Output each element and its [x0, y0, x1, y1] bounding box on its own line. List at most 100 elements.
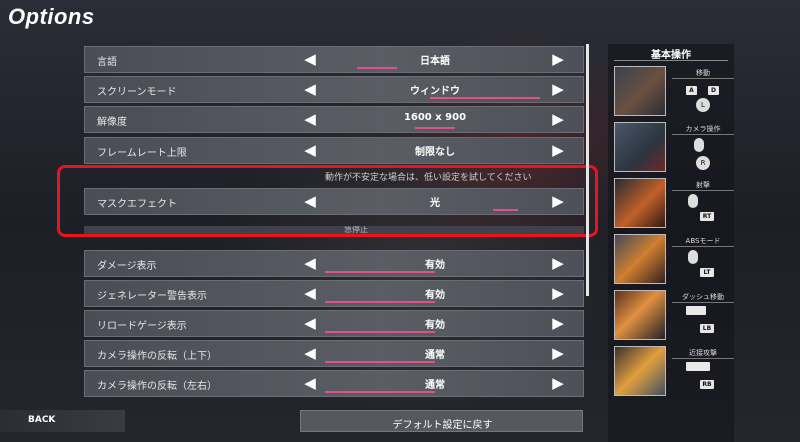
setting-label: ダメージ表示 — [97, 261, 157, 272]
arrow-right-icon[interactable]: ▶ — [549, 50, 567, 68]
lb-button-icon: LB — [700, 324, 714, 333]
setting-row-reload-gauge[interactable]: リロードゲージ表示 ◀ 有効 ▶ — [84, 310, 584, 337]
setting-row-camera-invert-horizontal[interactable]: カメラ操作の反転（左右） ◀ 通常 ▶ — [84, 370, 584, 397]
control-name: ABSモード — [672, 236, 734, 247]
control-item-dash: ダッシュ移動 LB — [614, 290, 734, 342]
control-thumbnail — [614, 290, 666, 340]
arrow-right-icon[interactable]: ▶ — [549, 110, 567, 128]
value-indicator — [430, 97, 540, 99]
setting-value: ウィンドウ — [410, 86, 460, 97]
arrow-left-icon[interactable]: ◀ — [301, 284, 319, 302]
setting-value: 有効 — [425, 290, 445, 301]
control-keys: RB — [672, 360, 734, 396]
setting-label: 解像度 — [97, 117, 127, 128]
control-item-camera: カメラ操作 R — [614, 122, 734, 174]
control-thumbnail — [614, 66, 666, 116]
arrow-right-icon[interactable]: ▶ — [549, 284, 567, 302]
value-indicator — [325, 271, 435, 273]
setting-label: フレームレート上限 — [97, 148, 187, 159]
setting-label: リロードゲージ表示 — [97, 321, 187, 332]
control-name: ダッシュ移動 — [672, 292, 734, 303]
setting-value: 通常 — [425, 350, 445, 361]
arrow-right-icon[interactable]: ▶ — [549, 344, 567, 362]
control-thumbnail — [614, 346, 666, 396]
divider — [614, 60, 728, 61]
back-button[interactable]: BACK — [0, 410, 125, 432]
setting-label: ジェネレーター警告表示 — [97, 291, 207, 302]
page-title: Options — [8, 4, 95, 29]
mouse-icon — [688, 250, 698, 264]
control-keys: LT — [672, 248, 734, 284]
arrow-left-icon[interactable]: ◀ — [301, 374, 319, 392]
setting-row-framerate[interactable]: フレームレート上限 ◀ 制限なし ▶ — [84, 137, 584, 164]
arrow-left-icon[interactable]: ◀ — [301, 344, 319, 362]
control-keys: LB — [672, 304, 734, 340]
rt-button-icon: RT — [700, 212, 714, 221]
control-item-shoot: 射撃 RT — [614, 178, 734, 230]
value-indicator — [415, 127, 455, 129]
arrow-right-icon[interactable]: ▶ — [549, 141, 567, 159]
left-stick-icon: L — [696, 98, 710, 112]
setting-value: 1600 x 900 — [403, 112, 467, 123]
control-item-abs-mode: ABSモード LT — [614, 234, 734, 286]
control-keys: R — [672, 136, 734, 172]
value-indicator — [325, 391, 435, 393]
control-thumbnail — [614, 178, 666, 228]
arrow-left-icon[interactable]: ◀ — [301, 314, 319, 332]
controls-panel: 基本操作 移動 A D L カメラ操作 R 射撃 RT ABSモード LT ダッ… — [608, 44, 734, 442]
rb-button-icon: RB — [700, 380, 714, 389]
control-name: 移動 — [672, 68, 734, 79]
setting-row-damage-display[interactable]: ダメージ表示 ◀ 有効 ▶ — [84, 250, 584, 277]
value-indicator — [325, 331, 435, 333]
setting-row-generator-warning[interactable]: ジェネレーター警告表示 ◀ 有効 ▶ — [84, 280, 584, 307]
value-indicator — [325, 301, 435, 303]
right-stick-icon: R — [696, 156, 710, 170]
setting-label: カメラ操作の反転（左右） — [97, 381, 217, 392]
setting-value: 通常 — [425, 380, 445, 391]
setting-row-resolution[interactable]: 解像度 ◀ 1600 x 900 ▶ — [84, 106, 584, 133]
arrow-right-icon[interactable]: ▶ — [549, 254, 567, 272]
arrow-right-icon[interactable]: ▶ — [549, 314, 567, 332]
setting-row-screen-mode[interactable]: スクリーンモード ◀ ウィンドウ ▶ — [84, 76, 584, 103]
control-keys: A D L — [672, 80, 734, 116]
setting-value: 有効 — [425, 260, 445, 271]
setting-label: カメラ操作の反転（上下） — [97, 351, 217, 362]
key-d-icon: D — [708, 86, 719, 95]
control-name: カメラ操作 — [672, 124, 734, 135]
control-keys: RT — [672, 192, 734, 228]
control-name: 射撃 — [672, 180, 734, 191]
arrow-left-icon[interactable]: ◀ — [301, 80, 319, 98]
scrollbar[interactable] — [586, 44, 589, 296]
arrow-left-icon[interactable]: ◀ — [301, 50, 319, 68]
control-thumbnail — [614, 234, 666, 284]
mouse-icon — [688, 194, 698, 208]
setting-value: 制限なし — [415, 147, 455, 158]
setting-value: 有効 — [425, 320, 445, 331]
arrow-left-icon[interactable]: ◀ — [301, 141, 319, 159]
setting-value: 日本語 — [420, 56, 450, 67]
setting-row-camera-invert-vertical[interactable]: カメラ操作の反転（上下） ◀ 通常 ▶ — [84, 340, 584, 367]
value-indicator — [325, 361, 435, 363]
arrow-left-icon[interactable]: ◀ — [301, 254, 319, 272]
shift-key-icon — [686, 306, 706, 315]
control-thumbnail — [614, 122, 666, 172]
lt-button-icon: LT — [700, 268, 714, 277]
arrow-right-icon[interactable]: ▶ — [549, 80, 567, 98]
control-item-move: 移動 A D L — [614, 66, 734, 118]
setting-row-language[interactable]: 言語 ◀ 日本語 ▶ — [84, 46, 584, 73]
arrow-left-icon[interactable]: ◀ — [301, 110, 319, 128]
control-item-melee: 近接攻撃 RB — [614, 346, 734, 398]
space-key-icon — [686, 362, 710, 371]
mouse-icon — [694, 138, 704, 152]
reset-defaults-label: デフォルト設定に戻す — [392, 420, 493, 431]
setting-label: 言語 — [97, 57, 117, 68]
value-indicator — [357, 67, 397, 69]
reset-defaults-button[interactable]: デフォルト設定に戻す — [300, 410, 583, 432]
controls-panel-title: 基本操作 — [651, 50, 691, 61]
highlight-box — [57, 165, 598, 237]
arrow-right-icon[interactable]: ▶ — [549, 374, 567, 392]
key-a-icon: A — [686, 86, 697, 95]
control-name: 近接攻撃 — [672, 348, 734, 359]
setting-label: スクリーンモード — [97, 87, 177, 98]
back-label: BACK — [28, 415, 56, 425]
